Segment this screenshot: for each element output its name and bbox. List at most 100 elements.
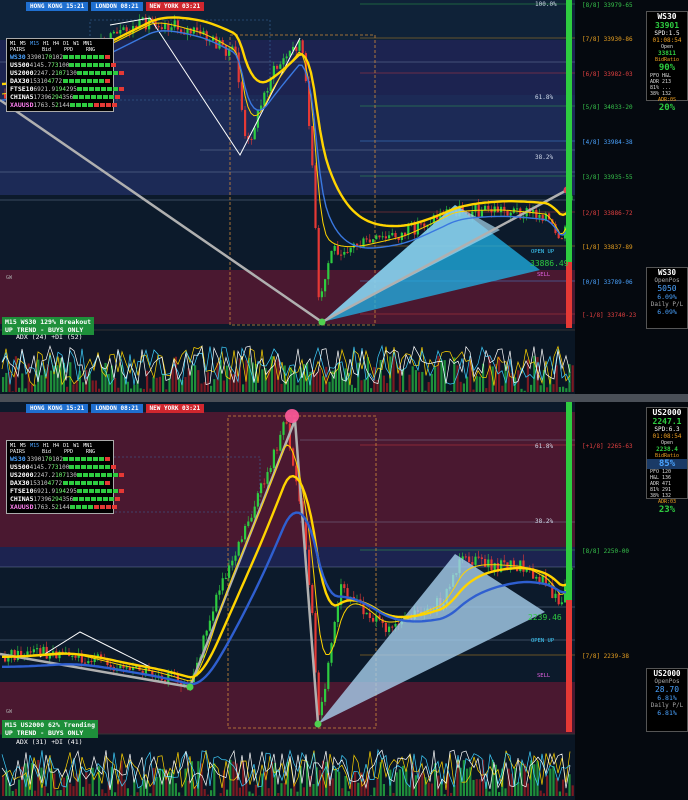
adx-histogram-bar — [459, 381, 462, 392]
candle-body — [109, 665, 112, 667]
adx-histogram-bar — [552, 384, 555, 392]
scanner-row[interactable]: XAUUSD 1763.5 2 144 — [10, 503, 117, 511]
candle-body — [26, 651, 29, 655]
adx-histogram-bar — [456, 365, 459, 392]
chart-pane-ws30[interactable]: [8/8] 33979-65 [7/8] 33930-86 [6/8] 33982-… — [0, 0, 688, 394]
trend-bar — [94, 489, 100, 493]
trend-bar — [106, 473, 112, 477]
adx-histogram-bar — [46, 793, 49, 796]
trend-bar — [69, 63, 75, 67]
adx-histogram-bar — [331, 778, 334, 796]
adx-histogram-bar — [206, 794, 209, 796]
candle-body — [516, 208, 519, 210]
scanner-row[interactable]: US500 4145.7 73 100 — [10, 61, 117, 69]
candle-body — [487, 559, 490, 568]
candle-body — [378, 235, 381, 238]
adx-histogram-bar — [360, 380, 363, 392]
candle-body — [368, 239, 371, 243]
adx-histogram-bar — [187, 780, 190, 796]
adx-histogram-bar — [475, 779, 478, 796]
scanner-cell-c2: 130 — [66, 471, 77, 479]
trend-bar — [63, 481, 68, 485]
adx-histogram-bar — [318, 368, 321, 392]
trend-bar — [118, 489, 124, 493]
scanner-cell-bid: 1763.5 — [33, 503, 56, 511]
trend-strength-bars — [63, 79, 110, 83]
adx-histogram-bar — [558, 387, 561, 392]
daily-pl-pct: 6.09% — [657, 308, 677, 316]
adx-histogram-bar — [174, 783, 177, 796]
candle-body — [240, 539, 243, 542]
trend-bar — [109, 497, 115, 501]
scanner-row[interactable]: CHINA5 17396 294 356 — [10, 93, 121, 101]
trend-bar — [69, 465, 75, 469]
scanner-row[interactable]: US2000 2247.2 107 130 — [10, 69, 124, 77]
spread: SPD:6.3 — [654, 426, 680, 433]
adx-histogram-bar — [322, 376, 325, 392]
candle-body — [298, 40, 301, 51]
trend-bar — [81, 55, 86, 59]
candle-body — [128, 667, 131, 670]
candle-body — [71, 655, 74, 657]
candle-body — [324, 279, 327, 292]
scanner-row[interactable]: XAUUSD 1763.5 2 144 — [10, 101, 117, 109]
adx-histogram-bar — [347, 791, 350, 796]
spread: SPD:1.5 — [654, 30, 680, 37]
adx-histogram-bar — [478, 779, 481, 796]
scanner-row[interactable]: US500 4145.7 73 100 — [10, 463, 117, 471]
trend-bar — [111, 465, 117, 469]
adx-histogram-bar — [328, 381, 331, 392]
trend-bar — [63, 457, 68, 461]
trend-bar — [94, 87, 100, 91]
scanner-row[interactable]: CHINA5 17396 294 356 — [10, 495, 121, 503]
adx-histogram-bar — [126, 381, 129, 392]
scanner-row[interactable]: FTSE10 6921.9 194 295 — [10, 85, 124, 93]
open-pos-value: 5050 — [657, 284, 677, 293]
trend-bar-bull — [566, 0, 572, 262]
adx-histogram-bar — [350, 384, 353, 392]
adx-histogram-bar — [424, 390, 427, 392]
trend-bar — [69, 79, 74, 83]
trend-bar — [111, 103, 117, 107]
open-pos-label: OpenPos — [654, 678, 680, 685]
murrey-level-label: [6/8] 33982-03 — [582, 71, 633, 78]
scanner-row[interactable]: DAX30 15310 47 72 — [10, 77, 110, 85]
trend-bar — [118, 71, 124, 75]
scanner-row[interactable]: US2000 2247.2 107 130 — [10, 471, 124, 479]
candle-body — [388, 235, 391, 239]
candle-body — [336, 605, 339, 622]
scanner-cell-c2: 72 — [54, 77, 63, 85]
trend-bar — [75, 55, 80, 59]
col-header-range: RNG — [86, 47, 96, 53]
scanner-cell-c1: 73 — [51, 463, 59, 471]
session-hongkong: HONG KONG 15:21 — [26, 2, 89, 11]
scanner-row[interactable]: DAX30 15310 47 72 — [10, 479, 110, 487]
adr-pct: 23% — [658, 505, 676, 515]
candle-body — [32, 649, 35, 653]
trend-bar — [75, 481, 80, 485]
adx-histogram-bar — [498, 792, 501, 796]
chart-pane-us2000[interactable]: [+1/8] 2265-63 [8/8] 2250-00 [7/8] 2239-38… — [0, 402, 688, 800]
session-hongkong: HONG KONG 15:21 — [26, 404, 89, 413]
scanner-row[interactable]: WS30 33901 70 102 — [10, 53, 110, 61]
adx-histogram-bar — [408, 374, 411, 392]
trend-bar — [82, 489, 88, 493]
adx-histogram-bar — [194, 365, 197, 392]
adx-histogram-bar — [258, 390, 261, 392]
scanner-row[interactable]: WS30 33901 70 102 — [10, 455, 110, 463]
pane-divider[interactable] — [0, 394, 688, 402]
instrument-name: WS30 — [657, 12, 677, 21]
candle-body — [282, 58, 285, 65]
open-up-label: OPEN UP — [531, 249, 555, 255]
adx-histogram-bar — [571, 785, 574, 796]
trend-bar — [91, 95, 97, 99]
adx-histogram-bar — [370, 388, 373, 392]
candle-body — [519, 560, 522, 572]
scanner-cell-bid: 6921.9 — [33, 85, 56, 93]
scanner-row[interactable]: FTSE10 6921.9 194 295 — [10, 487, 124, 495]
candle-body — [266, 472, 269, 484]
daily-pl-label: Daily P/L — [650, 702, 684, 709]
adx-histogram-bar — [354, 387, 357, 392]
adx-histogram-bar — [283, 782, 286, 796]
candle-body — [468, 556, 471, 563]
